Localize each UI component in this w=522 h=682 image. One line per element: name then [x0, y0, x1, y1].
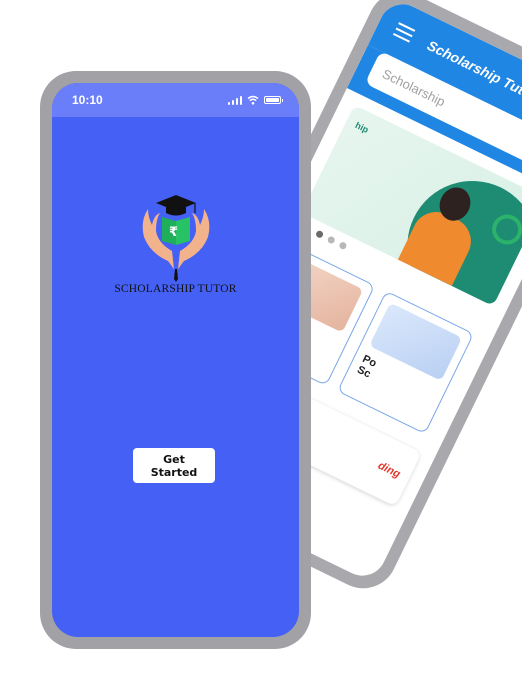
front-phone-mockup: 10:10 ₹ SCHOLARSHIP TUTOR Get Started: [40, 71, 311, 649]
hands-graduation-cap-logo-icon: ₹: [142, 195, 209, 282]
signal-icon: [227, 95, 242, 105]
hamburger-menu-icon[interactable]: [392, 22, 416, 43]
svg-text:₹: ₹: [169, 225, 178, 240]
wifi-icon: [247, 95, 259, 105]
status-icons: [227, 95, 283, 105]
app-logo: ₹ SCHOLARSHIP TUTOR: [52, 191, 299, 295]
battery-icon: [264, 96, 283, 104]
trending-label: ding: [376, 459, 403, 481]
get-started-button[interactable]: Get Started: [133, 448, 215, 483]
status-time: 10:10: [72, 93, 103, 107]
banner-tag: hip: [353, 120, 371, 135]
status-bar: 10:10: [52, 83, 299, 117]
splash-screen: 10:10 ₹ SCHOLARSHIP TUTOR Get Started: [52, 83, 299, 637]
brand-name: SCHOLARSHIP TUTOR: [114, 283, 237, 295]
